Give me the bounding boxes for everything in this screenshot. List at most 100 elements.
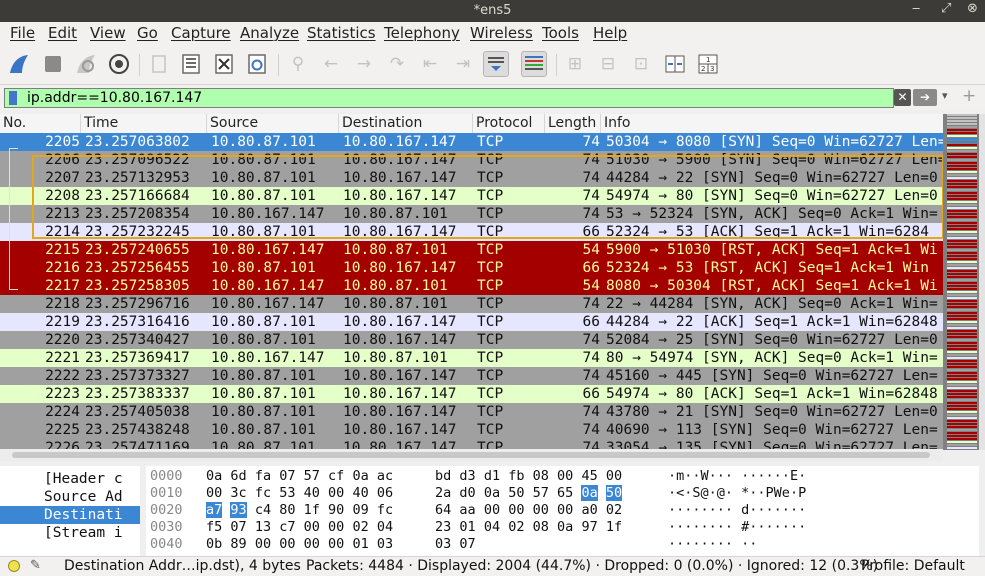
close-file-icon[interactable] — [211, 51, 237, 77]
capture-options-icon[interactable] — [106, 51, 132, 77]
hex-byte[interactable]: 45 — [581, 468, 597, 484]
filter-bookmark-icon[interactable] — [9, 91, 17, 105]
restart-capture-icon[interactable] — [73, 51, 99, 77]
minimize-icon[interactable]: ‒ — [912, 1, 920, 16]
expand-subtrees-icon[interactable]: 123 — [695, 51, 721, 77]
packet-row[interactable]: 2223 23.257383337 10.80.87.101 10.80.167.14… — [0, 385, 943, 403]
hex-byte[interactable]: 06 — [377, 485, 393, 501]
hex-byte[interactable]: 50 — [508, 485, 524, 501]
packet-list-hscrollbar[interactable] — [0, 449, 943, 461]
packet-row[interactable]: 2218 23.257296716 10.80.167.147 10.80.87.10… — [0, 295, 943, 313]
hex-byte[interactable]: 3c — [230, 485, 246, 501]
packet-minimap[interactable] — [943, 114, 979, 450]
hex-byte[interactable]: bd — [435, 468, 451, 484]
column-header-length[interactable]: Length — [545, 114, 601, 133]
menu-telephony[interactable]: Telephony — [384, 24, 460, 42]
hex-byte[interactable]: d3 — [459, 468, 475, 484]
hex-byte[interactable]: 6d — [230, 468, 246, 484]
hex-byte[interactable]: 57 — [304, 468, 320, 484]
column-header-no[interactable]: No. — [0, 114, 81, 133]
packet-details-pane[interactable]: [Header c Source Ad Destinati [Stream i — [0, 466, 140, 556]
hex-byte[interactable]: 0b — [206, 536, 222, 552]
packet-row[interactable]: 2224 23.257405038 10.80.87.101 10.80.167.14… — [0, 403, 943, 421]
packet-row[interactable]: 2226 23.257471169 10.80.87.101 10.80.167.14… — [0, 439, 943, 449]
add-filter-button-icon[interactable]: + — [962, 86, 976, 106]
hex-row[interactable]: 0000 0a 6d fa 07 57 cf 0a ac bd d3 d1 fb 0… — [146, 468, 979, 485]
menu-wireless[interactable]: Wireless — [470, 24, 533, 42]
hex-byte[interactable]: 89 — [230, 536, 246, 552]
hex-byte[interactable]: 04 — [484, 519, 500, 535]
hex-byte[interactable]: 08 — [533, 468, 549, 484]
apply-filter-icon[interactable]: ➔ — [913, 89, 937, 106]
normal-size-icon[interactable]: ⊡ — [628, 51, 654, 77]
hex-byte[interactable]: 07 — [459, 536, 475, 552]
detail-tree-item[interactable]: Source Ad — [0, 488, 140, 506]
reload-file-icon[interactable] — [244, 51, 270, 77]
packet-list-vscrollbar[interactable] — [979, 114, 985, 450]
hex-byte[interactable]: 00 — [206, 485, 222, 501]
packet-row[interactable]: 2222 23.257373327 10.80.87.101 10.80.167.14… — [0, 367, 943, 385]
close-icon[interactable]: ⊗ — [967, 1, 978, 16]
hex-byte[interactable]: 04 — [377, 519, 393, 535]
hex-row[interactable]: 0020 a7 93 c4 80 1f 90 09 fc 64 aa 00 00 0… — [146, 502, 979, 519]
hex-byte[interactable]: 00 — [508, 502, 524, 518]
hex-byte[interactable]: 03 — [435, 536, 451, 552]
hex-byte[interactable]: 93 — [230, 502, 247, 518]
hex-byte[interactable]: 57 — [533, 485, 549, 501]
packet-row[interactable]: 2207 23.257132953 10.80.87.101 10.80.167.14… — [0, 169, 943, 187]
hex-byte[interactable]: fc — [377, 502, 393, 518]
go-forward-icon[interactable]: → — [351, 51, 377, 77]
clear-filter-icon[interactable]: ✕ — [894, 89, 911, 106]
display-filter-input[interactable]: ip.addr==10.80.167.147 — [4, 88, 894, 108]
hex-byte[interactable]: ac — [377, 468, 393, 484]
go-back-icon[interactable]: ← — [318, 51, 344, 77]
hex-byte[interactable]: 00 — [255, 536, 271, 552]
packet-row[interactable]: 2214 23.257232245 10.80.87.101 10.80.167.14… — [0, 223, 943, 241]
first-packet-icon[interactable]: ⇤ — [417, 51, 443, 77]
zoom-out-icon[interactable]: ⊟ — [595, 51, 621, 77]
hex-byte[interactable]: 09 — [352, 502, 368, 518]
hex-byte[interactable]: 0a — [352, 468, 368, 484]
filter-history-dropdown-icon[interactable]: ▾ — [942, 89, 948, 102]
hex-byte[interactable]: 00 — [328, 485, 344, 501]
hex-byte[interactable]: 90 — [328, 502, 344, 518]
display-filter-text[interactable]: ip.addr==10.80.167.147 — [27, 90, 202, 106]
packet-row[interactable]: 2208 23.257166684 10.80.87.101 10.80.167.14… — [0, 187, 943, 205]
menu-analyze[interactable]: Analyze — [240, 24, 299, 42]
hex-byte[interactable]: 23 — [435, 519, 451, 535]
hex-byte[interactable]: 03 — [377, 536, 393, 552]
packet-row[interactable]: 2206 23.257096522 10.80.87.101 10.80.167.14… — [0, 151, 943, 169]
capture-comment-icon[interactable]: ✎ — [30, 558, 41, 573]
zoom-in-icon[interactable]: ⊞ — [562, 51, 588, 77]
find-packet-icon[interactable]: ⚲ — [285, 51, 311, 77]
packet-row[interactable]: 2219 23.257316416 10.80.87.101 10.80.167.14… — [0, 313, 943, 331]
menu-file[interactable]: File — [10, 24, 35, 42]
hex-row[interactable]: 0030 f5 07 13 c7 00 00 02 04 23 01 04 02 0… — [146, 519, 979, 536]
hscroll-thumb[interactable] — [12, 452, 930, 458]
hex-byte[interactable]: d1 — [484, 468, 500, 484]
status-profile[interactable]: Profile: Default — [861, 558, 965, 574]
hex-byte[interactable]: 01 — [352, 536, 368, 552]
detail-tree-item[interactable]: [Header c — [0, 470, 140, 488]
hex-row[interactable]: 0040 0b 89 00 00 00 00 01 03 03 07 ········… — [146, 536, 979, 553]
hex-byte[interactable]: 00 — [304, 519, 320, 535]
packet-row[interactable]: 2221 23.257369417 10.80.167.147 10.80.87.10… — [0, 349, 943, 367]
hex-byte[interactable]: 0a — [581, 485, 598, 501]
hex-byte[interactable]: 00 — [533, 502, 549, 518]
column-header-info[interactable]: Info — [601, 114, 943, 133]
packet-bytes-pane[interactable]: 0000 0a 6d fa 07 57 cf 0a ac bd d3 d1 fb 0… — [146, 466, 979, 556]
hex-byte[interactable]: fa — [255, 468, 271, 484]
hex-byte[interactable]: f5 — [206, 519, 222, 535]
hex-byte[interactable]: c4 — [255, 502, 271, 518]
menu-edit[interactable]: Edit — [48, 24, 77, 42]
packet-list[interactable]: 2205 23.257063802 10.80.87.101 10.80.167.14… — [0, 133, 943, 449]
hex-byte[interactable]: 80 — [279, 502, 295, 518]
column-header-destination[interactable]: Destination — [339, 114, 473, 133]
packet-row[interactable]: 2215 23.257240655 10.80.167.147 10.80.87.10… — [0, 241, 943, 259]
hex-byte[interactable]: 00 — [328, 536, 344, 552]
hex-byte[interactable]: 00 — [328, 519, 344, 535]
hex-byte[interactable]: 0a — [557, 519, 573, 535]
hex-byte[interactable]: 00 — [606, 468, 622, 484]
hex-byte[interactable]: 40 — [352, 485, 368, 501]
packet-row[interactable]: 2205 23.257063802 10.80.87.101 10.80.167.14… — [0, 133, 943, 151]
